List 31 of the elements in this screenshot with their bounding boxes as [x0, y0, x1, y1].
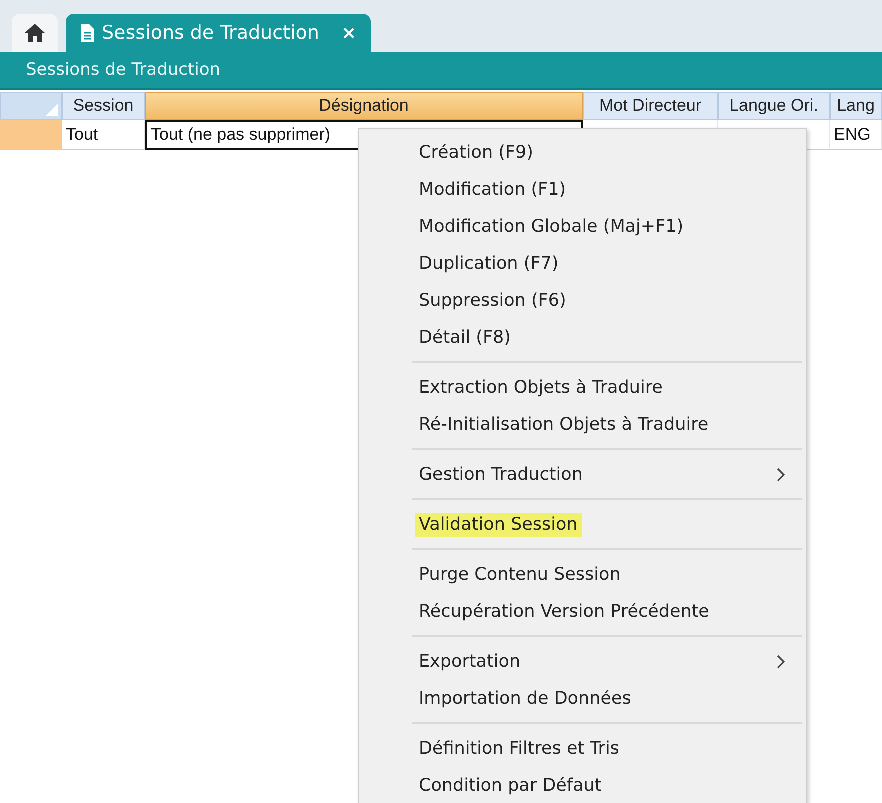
column-header[interactable]: Lang: [830, 92, 882, 120]
menu-item[interactable]: Gestion Traduction: [359, 456, 806, 493]
menu-item[interactable]: Détail (F8): [359, 319, 806, 356]
triangle-icon: [46, 104, 58, 116]
menu-item[interactable]: Suppression (F6): [359, 282, 806, 319]
menu-item[interactable]: Extraction Objets à Traduire: [359, 369, 806, 406]
menu-item[interactable]: Modification (F1): [359, 171, 806, 208]
column-header[interactable]: Désignation: [145, 92, 583, 120]
menu-item[interactable]: Duplication (F7): [359, 245, 806, 282]
row-selector[interactable]: [0, 120, 62, 150]
column-header[interactable]: Mot Directeur: [583, 92, 718, 120]
menu-item[interactable]: Modification Globale (Maj+F1): [359, 208, 806, 245]
column-header[interactable]: Langue Ori.: [718, 92, 830, 120]
menu-item[interactable]: Récupération Version Précédente: [359, 593, 806, 630]
close-icon[interactable]: ×: [341, 22, 357, 44]
menu-item[interactable]: Importation de Données: [359, 680, 806, 717]
document-icon: [80, 24, 94, 42]
table-cell: ENG: [830, 120, 882, 150]
table-cell: Tout: [62, 120, 145, 150]
home-tab[interactable]: [12, 14, 58, 52]
select-all-corner[interactable]: [0, 92, 62, 120]
menu-item[interactable]: Exportation: [359, 643, 806, 680]
menu-item[interactable]: Ré-Initialisation Objets à Traduire: [359, 406, 806, 443]
menu-item[interactable]: Validation Session: [359, 506, 806, 543]
tab[interactable]: Sessions de Traduction ×: [66, 14, 371, 52]
menu-item[interactable]: Définition Filtres et Tris: [359, 730, 806, 767]
menu-item[interactable]: Purge Contenu Session: [359, 556, 806, 593]
home-icon: [24, 23, 46, 43]
column-header[interactable]: Session: [62, 92, 145, 120]
panel-title: Sessions de Traduction: [0, 52, 882, 90]
menu-item[interactable]: Condition par Défaut: [359, 767, 806, 803]
